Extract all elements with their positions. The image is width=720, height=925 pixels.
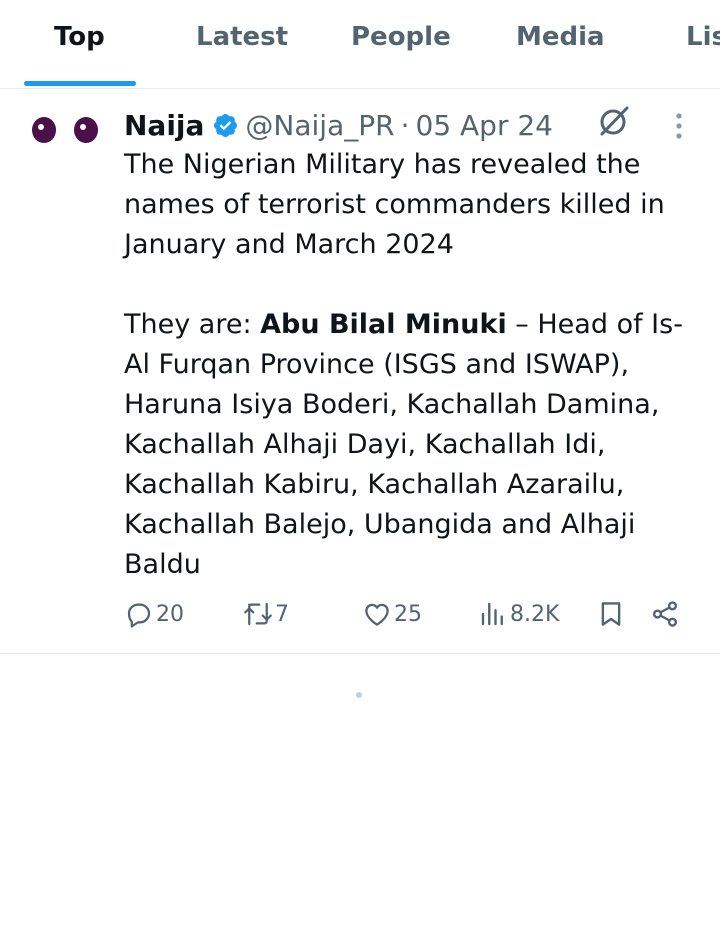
tweet-text-paragraph-2: They are: Abu Bilal Minuki – Head of Is-…	[124, 305, 704, 585]
tweet[interactable]: Naija @Naija_PR · 05 Apr 24 The Nigerian…	[0, 89, 720, 654]
tab-people[interactable]: People	[351, 22, 451, 52]
reply-button[interactable]: 20	[124, 599, 184, 629]
bookmark-button[interactable]	[596, 599, 626, 629]
tweet-text-rest: – Head of Is-Al Furqan Province (ISGS an…	[124, 309, 683, 580]
views-icon	[481, 602, 503, 626]
tweet-header: Naija @Naija_PR · 05 Apr 24	[124, 105, 553, 145]
repost-icon	[244, 602, 272, 626]
author-handle[interactable]: @Naija_PR	[245, 109, 394, 142]
repost-button[interactable]: 7	[243, 599, 289, 629]
share-icon	[652, 601, 678, 627]
views-button[interactable]: 8.2K	[478, 599, 559, 629]
like-button[interactable]: 25	[362, 599, 422, 629]
tweet-text-intro: They are:	[124, 309, 261, 340]
bookmark-icon	[601, 602, 621, 626]
tweet-text: The Nigerian Military has revealed the n…	[124, 145, 704, 585]
views-count: 8.2K	[510, 601, 560, 627]
tweet-date[interactable]: 05 Apr 24	[416, 109, 554, 142]
tab-top[interactable]: Top	[54, 22, 105, 52]
tweet-text-bold: Abu Bilal Minuki	[260, 309, 507, 340]
tweet-actions: 20 7 25 8.2K	[0, 599, 720, 639]
tab-latest[interactable]: Latest	[196, 22, 288, 52]
repost-count: 7	[275, 601, 289, 627]
verified-badge-icon	[214, 113, 238, 137]
tab-lists[interactable]: Lis	[686, 22, 720, 52]
more-icon[interactable]	[668, 111, 690, 141]
like-icon	[365, 603, 389, 626]
avatar[interactable]	[28, 115, 102, 145]
search-tabs: Top Latest People Media Lis	[0, 0, 720, 89]
share-button[interactable]	[650, 599, 680, 629]
loading-indicator	[356, 692, 362, 698]
tweet-text-paragraph-1: The Nigerian Military has revealed the n…	[124, 149, 665, 260]
reply-icon	[127, 603, 151, 628]
reply-count: 20	[156, 601, 184, 627]
active-tab-indicator	[24, 81, 136, 86]
grok-icon[interactable]	[596, 103, 632, 139]
like-count: 25	[394, 601, 422, 627]
header-separator: ·	[400, 108, 410, 142]
author-name[interactable]: Naija	[124, 109, 204, 142]
tab-media[interactable]: Media	[516, 22, 605, 52]
